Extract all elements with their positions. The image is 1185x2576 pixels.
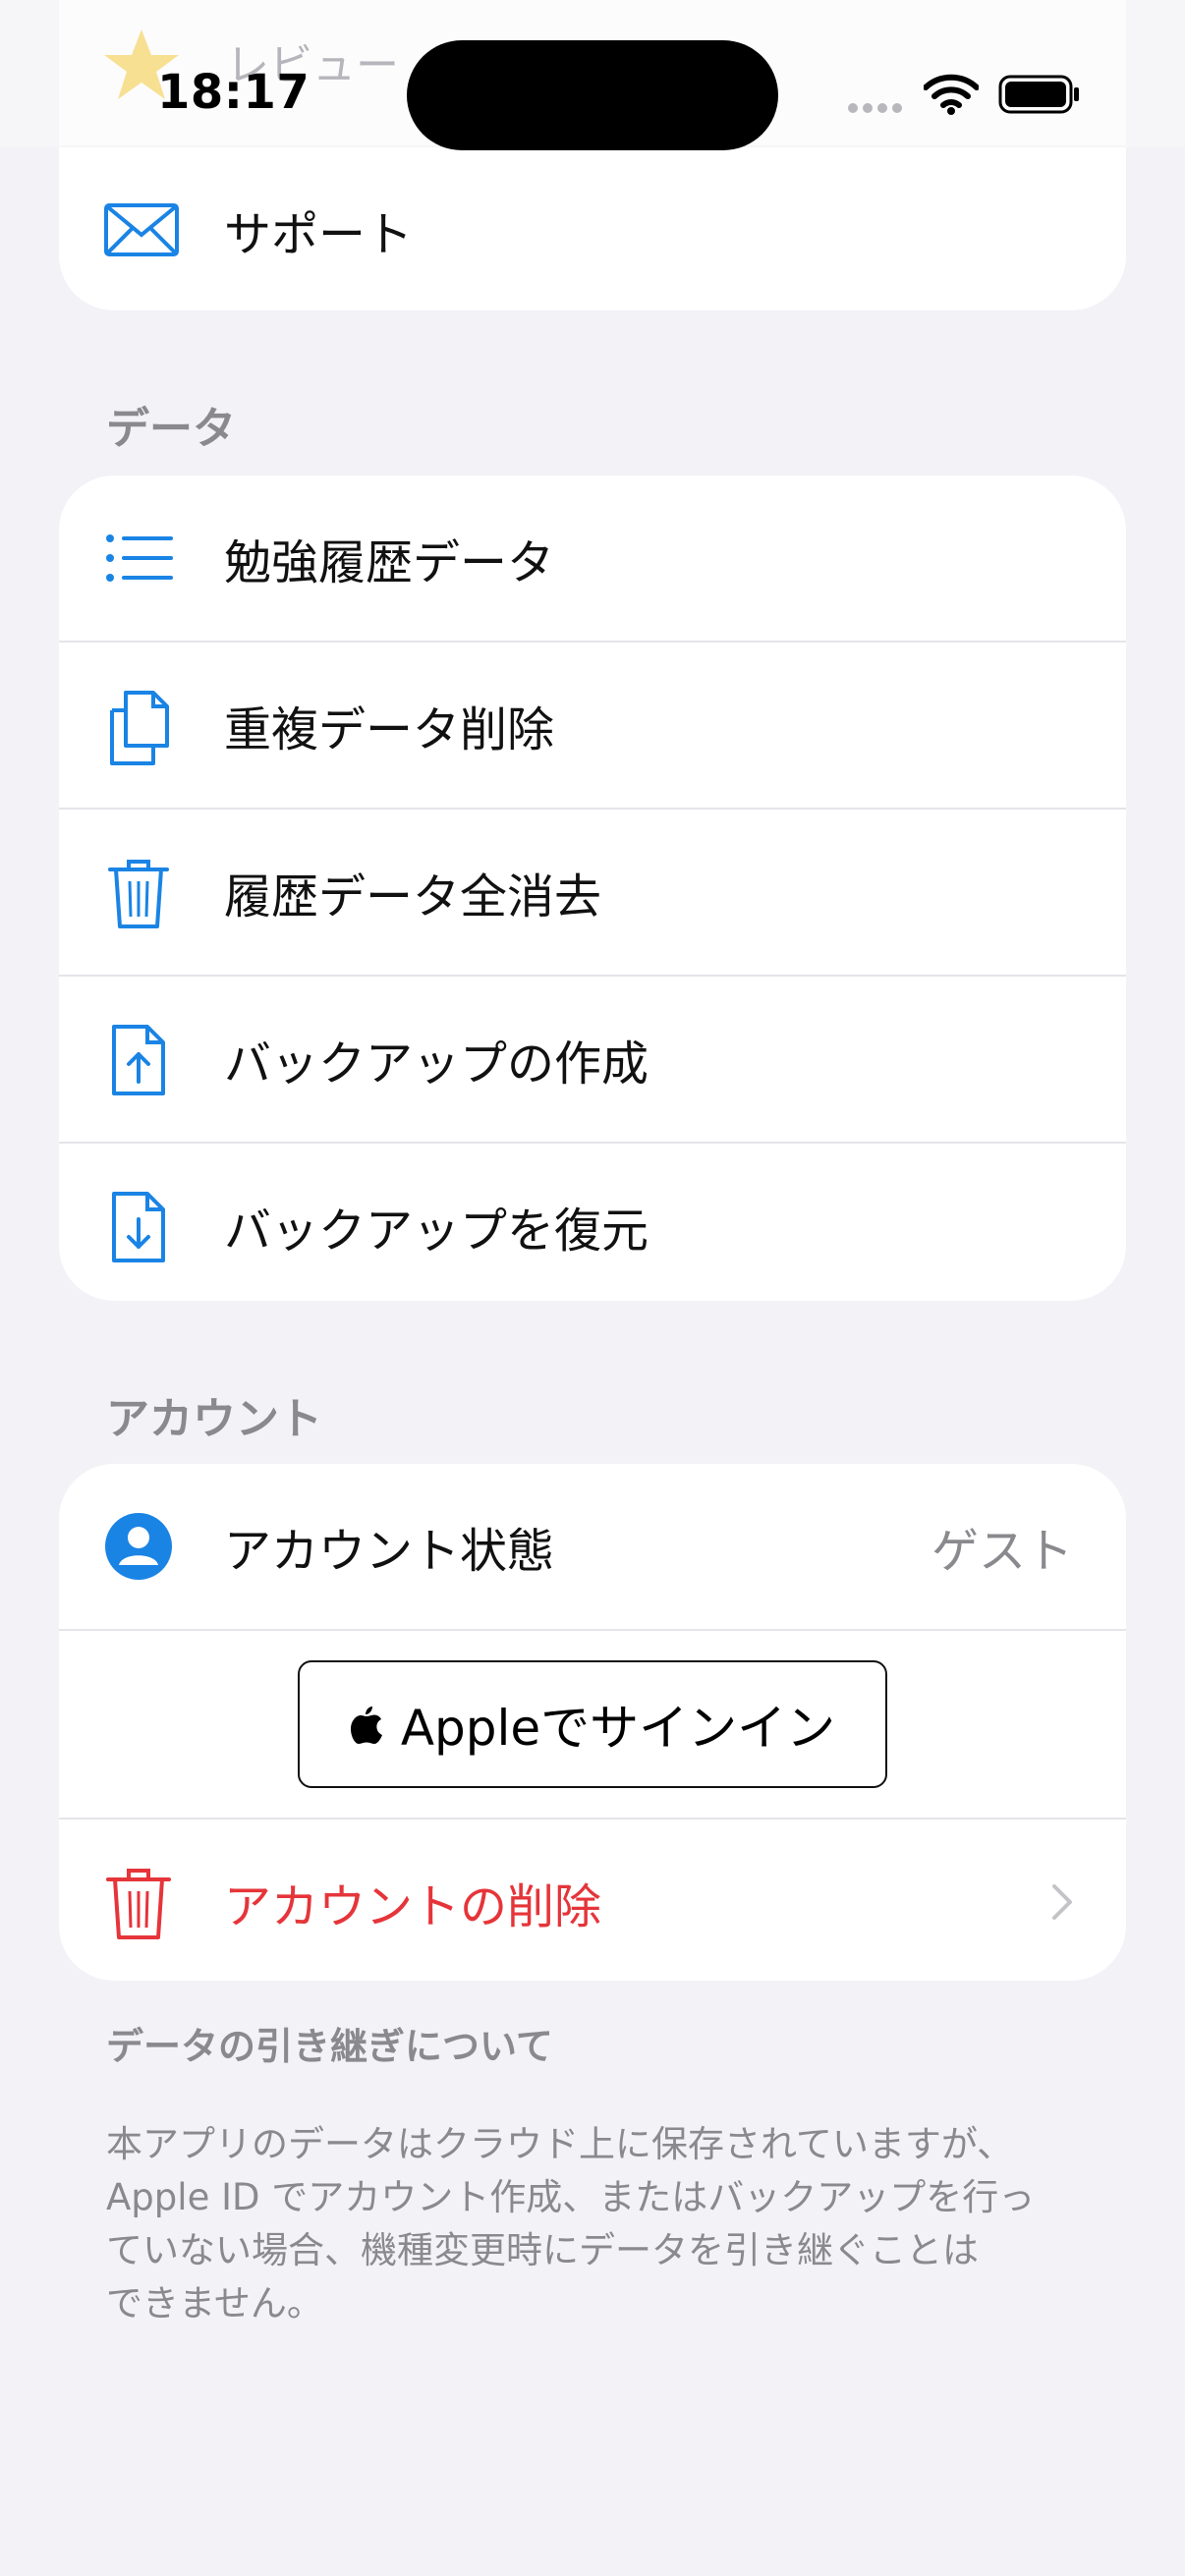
duplicate-delete-row[interactable]: 重複データ削除 — [59, 643, 1126, 810]
battery-icon — [998, 75, 1079, 114]
document-download-icon — [102, 1190, 175, 1262]
data-group: 勉強履歴データ 重複データ削除 履歴データ全消去 バックアップの作成 バックアッ… — [59, 476, 1126, 1301]
envelope-icon — [102, 194, 179, 266]
sign-in-with-apple-label: Appleでサインイン — [400, 1700, 836, 1757]
status-time: 18:17 — [157, 65, 310, 120]
support-label: サポート — [224, 207, 414, 262]
row-label: 履歴データ全消去 — [224, 869, 602, 924]
person-circle-icon — [102, 1510, 175, 1583]
create-backup-row[interactable]: バックアップの作成 — [59, 977, 1126, 1144]
delete-account-row[interactable]: アカウントの削除 — [59, 1820, 1126, 1981]
account-status-label: アカウント状態 — [224, 1524, 555, 1579]
row-label: 勉強履歴データ — [224, 535, 555, 590]
sign-in-with-apple-button[interactable]: Appleでサインイン — [298, 1660, 887, 1788]
account-section-header: アカウント — [106, 1394, 322, 1444]
account-status-value: ゲスト — [931, 1524, 1073, 1579]
restore-backup-row[interactable]: バックアップを復元 — [59, 1144, 1126, 1301]
footer-line: ていない場合、機種変更時にデータを引き継ぐことは — [106, 2229, 979, 2271]
delete-account-label: アカウントの削除 — [224, 1879, 602, 1934]
data-section-header: データ — [106, 404, 236, 454]
account-status-row: アカウント状態 ゲスト — [59, 1464, 1126, 1631]
footer-title: データの引き継ぎについて — [106, 2025, 553, 2068]
row-label: バックアップを復元 — [224, 1204, 649, 1259]
document-upload-icon — [102, 1023, 175, 1095]
footer-line: Apple ID でアカウント作成、またはバックアップを行っ — [106, 2176, 1036, 2218]
footer-text: 本アプリのデータはクラウド上に保存されていますが、 Apple ID でアカウン… — [106, 2118, 1049, 2330]
footer-line: できません。 — [106, 2282, 323, 2324]
documents-duplicate-icon — [102, 689, 175, 765]
study-history-row[interactable]: 勉強履歴データ — [59, 476, 1126, 643]
row-label: 重複データ削除 — [224, 702, 555, 757]
list-icon — [102, 522, 175, 594]
account-group: アカウント状態 ゲスト Appleでサインイン アカウントの削除 — [59, 1464, 1126, 1981]
footer-line: 本アプリのデータはクラウド上に保存されていますが、 — [106, 2123, 1014, 2165]
row-label: バックアップの作成 — [224, 1036, 649, 1092]
signal-icon — [848, 103, 902, 113]
wifi-icon — [924, 74, 979, 115]
clear-history-row[interactable]: 履歴データ全消去 — [59, 810, 1126, 977]
support-row[interactable]: サポート — [59, 147, 1126, 310]
apple-logo-icon — [350, 1707, 382, 1744]
status-bar: レビュー 18:17 — [0, 0, 1185, 150]
signin-row: Appleでサインイン — [59, 1631, 1126, 1820]
trash-icon — [102, 856, 175, 928]
dynamic-island — [407, 40, 778, 150]
chevron-right-icon — [1052, 1884, 1072, 1920]
trash-icon — [102, 1866, 175, 1939]
